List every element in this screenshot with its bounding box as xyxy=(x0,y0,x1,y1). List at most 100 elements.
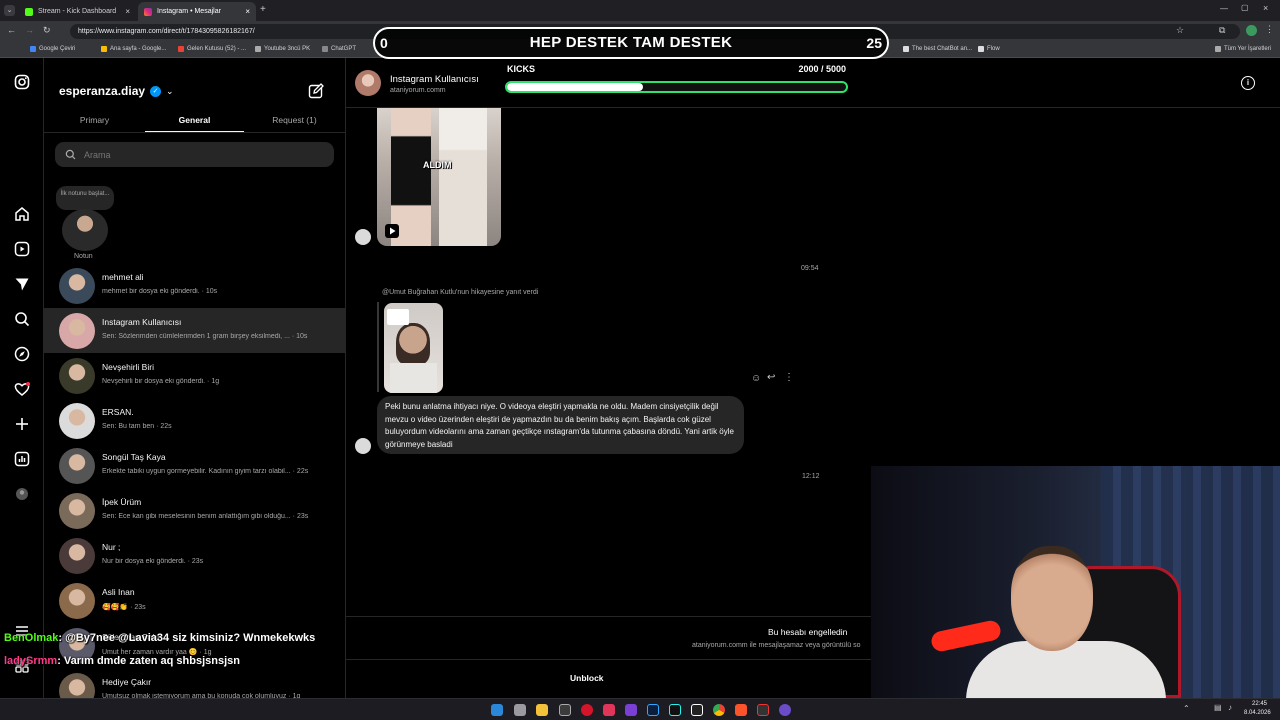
start-icon[interactable] xyxy=(491,704,503,716)
app-icon[interactable] xyxy=(559,704,571,716)
window-minimize-icon[interactable]: — xyxy=(1220,4,1228,13)
tab-general[interactable]: General xyxy=(145,108,244,132)
browser-menu-icon[interactable]: ⋮ xyxy=(1265,24,1274,35)
tab-label: Stream - Kick Dashboard xyxy=(38,8,117,15)
conversation-name: ERSAN. xyxy=(102,407,134,417)
opera-icon[interactable] xyxy=(581,704,593,716)
conversation-preview: 🥰🥰👏 · 23s xyxy=(102,604,146,611)
app-icon[interactable] xyxy=(603,704,615,716)
volume-icon[interactable]: ♪ xyxy=(1228,703,1232,712)
instagram-logo-icon[interactable] xyxy=(14,74,30,90)
task-view-icon[interactable] xyxy=(514,704,526,716)
timestamp: 12:12 xyxy=(802,473,820,480)
explore-icon[interactable] xyxy=(14,346,30,362)
notifications-heart-icon[interactable] xyxy=(14,381,30,397)
tab-requests[interactable]: Request (1) xyxy=(244,108,345,132)
create-plus-icon[interactable] xyxy=(14,416,30,432)
profile-avatar[interactable] xyxy=(1246,25,1257,36)
tray-chevron-icon[interactable]: ⌃ xyxy=(1183,704,1190,713)
extensions-icon[interactable]: ⧉ xyxy=(1219,25,1225,36)
search-icon[interactable] xyxy=(14,311,30,327)
blocked-subtitle: ataniyorum.comm ile mesajlaşamaz veya gö… xyxy=(692,642,861,649)
obs-icon[interactable] xyxy=(779,704,791,716)
bookmark-item[interactable]: Flow xyxy=(978,46,1000,52)
chat-username: ladySrmm xyxy=(4,655,58,667)
bookmark-item[interactable]: Gelen Kutusu (52) - ... xyxy=(178,46,246,52)
tab-close-icon[interactable]: × xyxy=(245,7,250,16)
story-thumbnail[interactable] xyxy=(384,303,443,393)
window-close-icon[interactable]: × xyxy=(1263,3,1268,13)
reload-icon[interactable]: ↻ xyxy=(43,25,51,36)
avatar xyxy=(59,313,95,349)
message-bubble[interactable]: Peki bunu anlatma ihtiyacı niye. O video… xyxy=(377,396,744,454)
unblock-button[interactable]: Unblock xyxy=(570,673,604,683)
clock-time[interactable]: 22:45 xyxy=(1252,701,1267,707)
chat-message: BenOlmak: @By7nee @Lavia34 siz kimsiniz?… xyxy=(4,632,315,644)
note-bubble[interactable]: İlk notunu başlat... xyxy=(56,186,114,210)
conversation-item[interactable]: Songül Taş Kaya Erkekte tabiki uygun gorm… xyxy=(44,443,346,488)
conversation-item[interactable]: Nur ; Nur bir dosya eki gönderdi. · 23s xyxy=(44,533,346,578)
back-icon[interactable]: ← xyxy=(7,25,16,35)
more-options-icon[interactable]: ⋮ xyxy=(784,372,794,383)
window-maximize-icon[interactable]: ▢ xyxy=(1241,3,1249,12)
clock-date[interactable]: 8.04.2026 xyxy=(1244,710,1271,716)
kicks-label: KICKS xyxy=(507,64,536,74)
reels-icon[interactable] xyxy=(14,241,30,257)
tab-primary[interactable]: Primary xyxy=(44,108,145,132)
avatar xyxy=(59,268,95,304)
new-message-icon[interactable] xyxy=(308,83,324,104)
conversation-info-icon[interactable]: i xyxy=(1241,76,1255,90)
conversation-item[interactable]: Asli Inan 🥰🥰👏 · 23s xyxy=(44,578,346,623)
app-icon[interactable] xyxy=(625,704,637,716)
kick-favicon-icon xyxy=(25,7,33,16)
conversation-item[interactable]: Nevşehirli Biri Nevşehirli bir dosya eki … xyxy=(44,353,346,398)
story-sticker xyxy=(387,309,409,325)
chrome-icon[interactable] xyxy=(713,704,725,716)
search-box[interactable] xyxy=(55,142,334,167)
folder-icon xyxy=(255,46,261,52)
tab-close-icon[interactable]: × xyxy=(125,7,130,16)
profile-avatar-icon[interactable] xyxy=(14,486,30,502)
home-icon[interactable] xyxy=(14,206,30,222)
tab-search-icon[interactable]: ⌄ xyxy=(4,5,15,16)
chat-contact-name[interactable]: Instagram Kullanıcısı xyxy=(390,74,479,85)
my-note-avatar[interactable] xyxy=(62,209,108,251)
app-icon[interactable] xyxy=(757,704,769,716)
bookmark-item[interactable]: Youtube 3ncü PK xyxy=(255,46,310,52)
reply-icon[interactable]: ↩ xyxy=(767,372,775,383)
tab-kick-dashboard[interactable]: Stream - Kick Dashboard × xyxy=(19,2,136,21)
reaction-emoji-icon[interactable]: ☺ xyxy=(751,373,761,384)
bookmark-item[interactable]: ChatGPT xyxy=(322,46,356,52)
reel-play-icon[interactable] xyxy=(385,224,399,238)
bookmark-item[interactable]: Tüm Yer İşaretleri xyxy=(1215,46,1271,52)
file-explorer-icon[interactable] xyxy=(536,704,548,716)
shared-reel-thumbnail[interactable]: ALDIM xyxy=(377,108,501,246)
brave-icon[interactable] xyxy=(735,704,747,716)
capcut-icon[interactable] xyxy=(691,704,703,716)
tiktok-icon[interactable] xyxy=(669,704,681,716)
avatar xyxy=(59,448,95,484)
search-input[interactable] xyxy=(84,147,324,162)
dashboard-icon[interactable] xyxy=(14,451,30,467)
conversation-name: Songül Taş Kaya xyxy=(102,452,166,462)
bookmark-star-icon[interactable]: ☆ xyxy=(1176,25,1184,36)
sender-mini-avatar xyxy=(355,229,371,245)
chat-text: : @By7nee @Lavia34 siz kimsiniz? Wnmekek… xyxy=(58,632,316,644)
conversation-item[interactable]: mehmet ali mehmet bir dosya eki gönderdi.… xyxy=(44,263,346,308)
bookmark-item[interactable]: Google Çeviri xyxy=(30,46,75,52)
conversation-item[interactable]: Instagram Kullanıcısı Sen: Sözlerimden cü… xyxy=(44,308,346,353)
tab-instagram-messages[interactable]: Instagram • Mesajlar × xyxy=(138,2,256,21)
bookmark-item[interactable]: Ana sayfa - Google... xyxy=(101,46,166,52)
direct-messages-icon[interactable] xyxy=(14,276,30,292)
forward-icon[interactable]: → xyxy=(25,25,34,35)
conversation-item[interactable]: İpek Ürüm Sen: Ece kan gibi meselesinin b… xyxy=(44,488,346,533)
conversation-item[interactable]: ERSAN. Sen: Bu tam ben · 22s xyxy=(44,398,346,443)
chat-avatar[interactable] xyxy=(355,70,381,96)
bookmark-item[interactable]: The best ChatBot an... xyxy=(903,46,972,52)
network-icon[interactable]: ▤ xyxy=(1214,703,1222,712)
photoshop-icon[interactable] xyxy=(647,704,659,716)
new-tab-icon[interactable]: + xyxy=(260,4,266,15)
account-switcher[interactable]: esperanza.diay ✓ ⌄ xyxy=(59,84,174,98)
conversation-preview: Sen: Bu tam ben · 22s xyxy=(102,423,172,430)
os-taskbar: ⌃ ▤ ♪ 22:45 8.04.2026 xyxy=(0,698,1280,720)
